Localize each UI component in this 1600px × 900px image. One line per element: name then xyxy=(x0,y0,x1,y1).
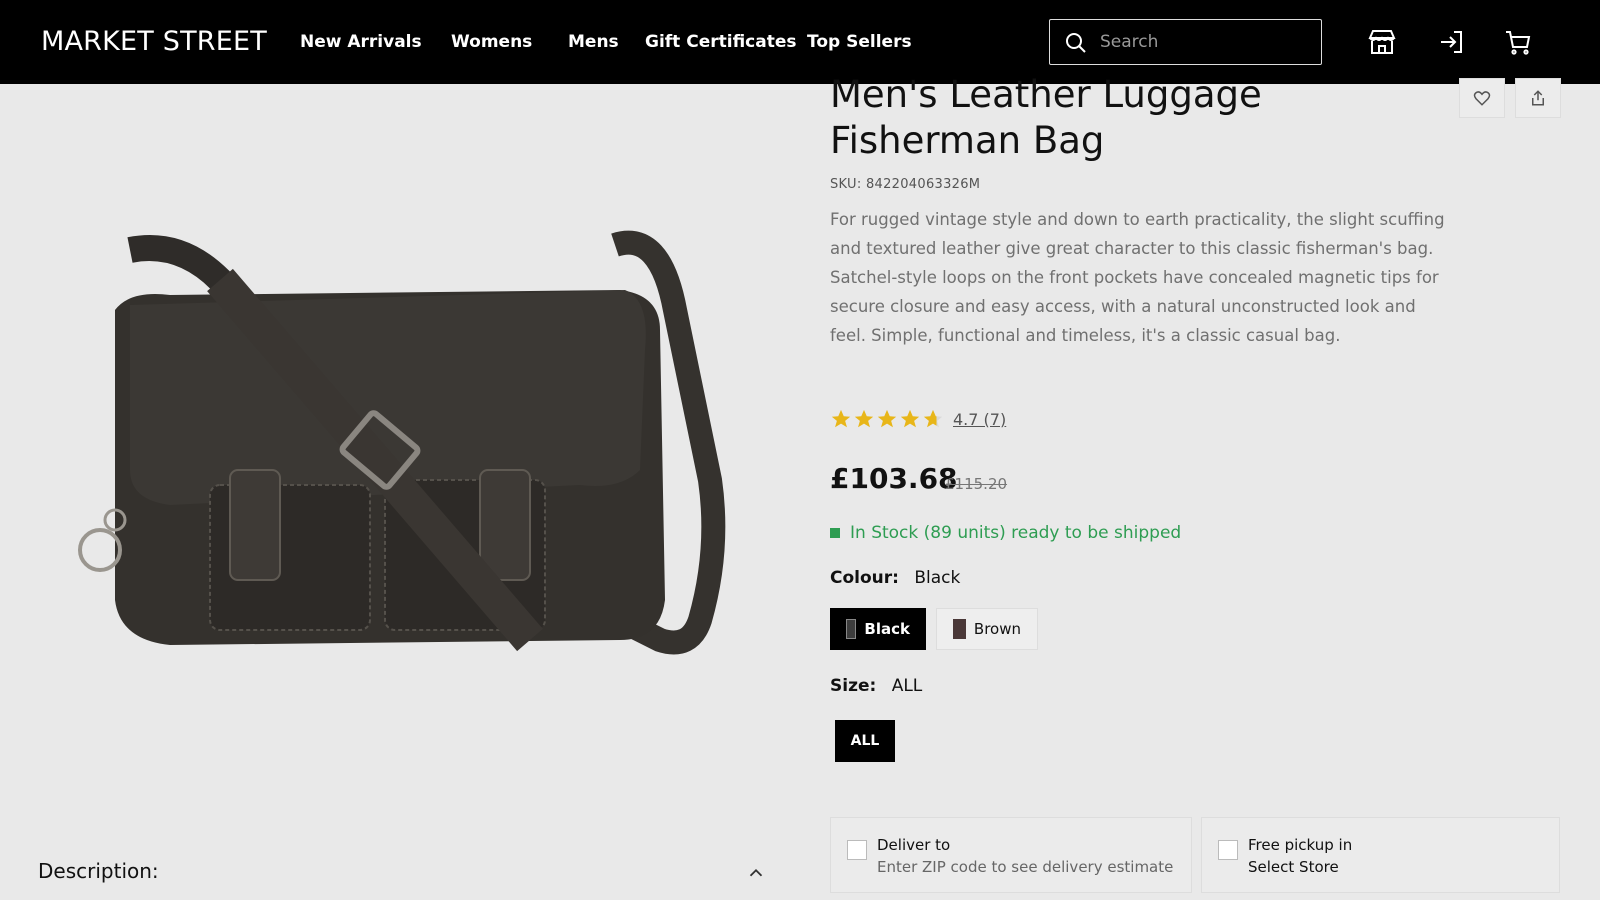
brown-swatch-icon xyxy=(953,619,966,639)
size-label-row: Size: ALL xyxy=(830,676,922,696)
pickup-option[interactable]: Free pickup in Select Store xyxy=(1201,817,1560,893)
colour-value: Black xyxy=(914,568,961,588)
product-description: For rugged vintage style and down to ear… xyxy=(830,210,1445,345)
nav-mens[interactable]: Mens xyxy=(568,32,619,52)
sign-in-icon[interactable] xyxy=(1436,26,1468,58)
product-title: Men's Leather Luggage Fisherman Bag xyxy=(830,73,1262,162)
colour-label: Colour: xyxy=(830,568,899,588)
product-image[interactable] xyxy=(60,220,730,680)
star-icon xyxy=(854,409,874,428)
size-value: ALL xyxy=(891,676,923,696)
colour-option-label: Black xyxy=(864,620,910,638)
colour-option-black[interactable]: Black xyxy=(830,608,926,650)
size-option-all[interactable]: ALL xyxy=(835,720,895,762)
share-icon xyxy=(1532,90,1544,106)
share-button[interactable] xyxy=(1515,78,1561,118)
brand-logo[interactable]: MARKET STREET xyxy=(41,26,267,57)
search-box xyxy=(1049,19,1322,65)
nav-gift-certificates[interactable]: Gift Certificates xyxy=(645,32,797,52)
size-label: Size: xyxy=(830,676,877,696)
deliver-title: Deliver to xyxy=(877,836,951,854)
description-heading[interactable]: Description: xyxy=(38,859,159,883)
half-star-icon xyxy=(923,409,943,428)
black-swatch-icon xyxy=(846,619,857,639)
nav-top-sellers[interactable]: Top Sellers xyxy=(807,32,912,52)
star-icon xyxy=(877,409,897,428)
rating: 4.7 (7) xyxy=(830,408,1006,430)
rating-stars xyxy=(830,408,945,430)
deliver-subtitle: Enter ZIP code to see delivery estimate xyxy=(877,858,1174,876)
stock-status: In Stock (89 units) ready to be shipped xyxy=(830,523,1181,543)
wishlist-button[interactable] xyxy=(1459,78,1505,118)
colour-option-brown[interactable]: Brown xyxy=(936,608,1038,650)
chevron-up-icon[interactable] xyxy=(745,862,767,884)
cart-icon[interactable] xyxy=(1502,26,1534,58)
nav-new-arrivals[interactable]: New Arrivals xyxy=(300,32,422,52)
search-input[interactable] xyxy=(1100,28,1310,56)
star-icon xyxy=(900,409,920,428)
stock-indicator-icon xyxy=(830,528,840,538)
select-store-link[interactable]: Select Store xyxy=(1248,858,1339,876)
heart-icon xyxy=(1473,91,1491,106)
deliver-checkbox[interactable] xyxy=(847,840,867,860)
stock-text: In Stock (89 units) ready to be shipped xyxy=(850,523,1182,543)
store-icon[interactable] xyxy=(1366,26,1398,58)
product-sku: SKU: 842204063326M xyxy=(830,177,981,192)
pickup-title: Free pickup in xyxy=(1248,836,1353,854)
price: £103.68 xyxy=(830,462,958,495)
deliver-option[interactable]: Deliver to Enter ZIP code to see deliver… xyxy=(830,817,1192,893)
old-price: £115.20 xyxy=(945,475,1008,493)
star-icon xyxy=(831,409,851,428)
rating-link[interactable]: 4.7 (7) xyxy=(953,410,1006,429)
pickup-checkbox[interactable] xyxy=(1218,840,1238,860)
nav-womens[interactable]: Womens xyxy=(451,32,532,52)
search-icon[interactable] xyxy=(1064,31,1088,55)
colour-option-label: Brown xyxy=(973,620,1021,638)
colour-label-row: Colour: Black xyxy=(830,568,960,588)
